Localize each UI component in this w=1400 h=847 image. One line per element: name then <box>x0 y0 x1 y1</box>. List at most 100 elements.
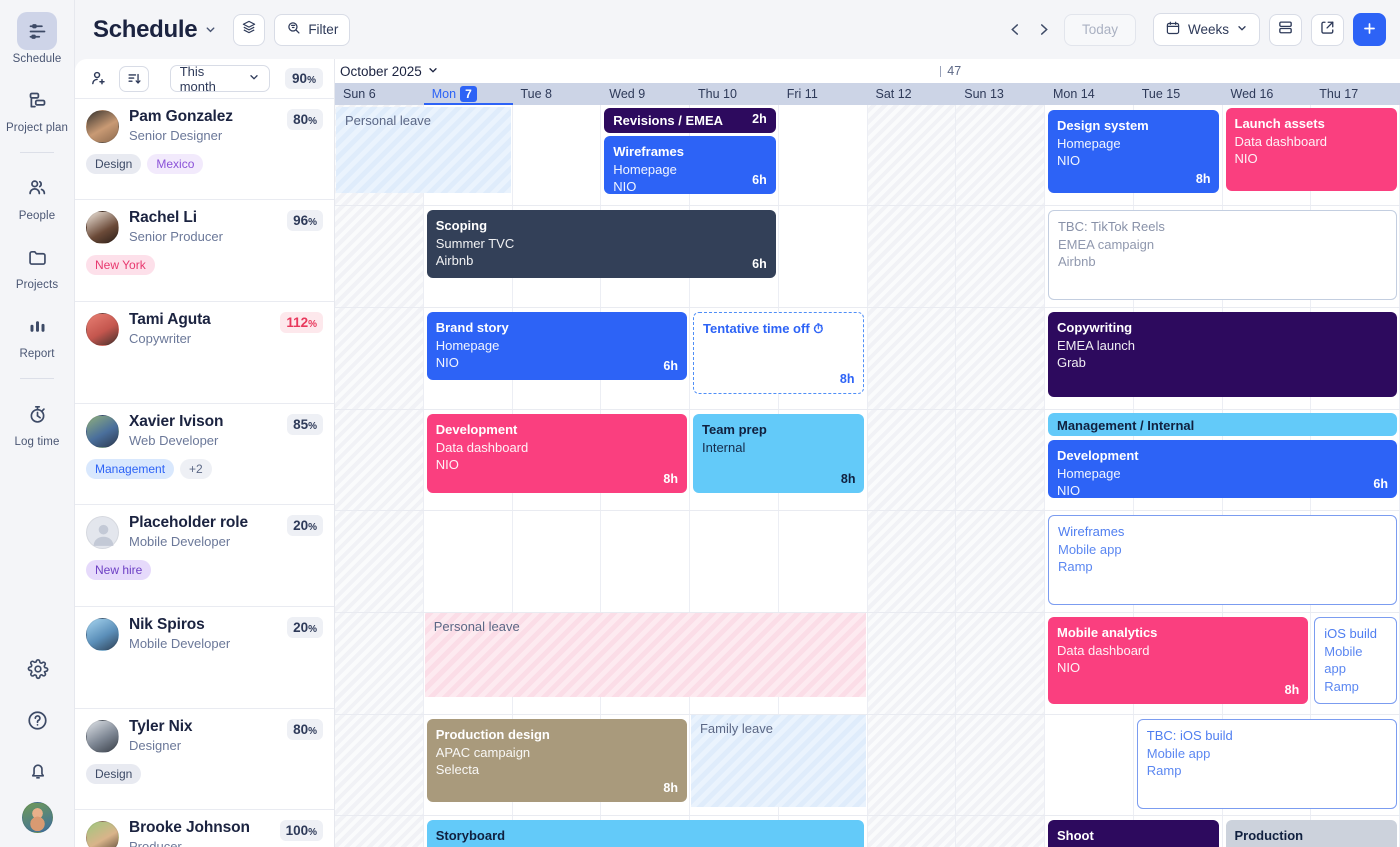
rail-divider <box>20 378 54 379</box>
gear-icon[interactable] <box>18 649 58 689</box>
person-tags: Design <box>86 764 323 784</box>
person-tag[interactable]: Management <box>86 459 174 479</box>
event-title: Brand story <box>436 319 678 337</box>
leave-band[interactable]: Family leave <box>691 715 866 807</box>
avatar <box>86 211 119 244</box>
person-summary: Nik SpirosMobile Developer20% <box>86 616 323 652</box>
schedule-event[interactable]: DevelopmentData dashboardNIO8h <box>427 414 687 493</box>
sidebar-item-projects[interactable]: Projects <box>6 238 68 291</box>
event-client: NIO <box>1057 482 1388 498</box>
person-name: Tyler Nix <box>129 718 287 736</box>
leave-band[interactable]: Personal leave <box>425 613 867 697</box>
sort-button[interactable] <box>119 66 148 92</box>
calendar-panel: October 2025 47 Sun 6Mon7Tue 8Wed 9Thu 1… <box>335 59 1400 847</box>
schedule-event[interactable]: Tentative time off ⏱8h <box>693 312 864 394</box>
event-title: Launch assets <box>1235 115 1388 133</box>
layers-button[interactable] <box>233 14 265 46</box>
schedule-event[interactable]: WireframesMobile appRamp <box>1048 515 1397 605</box>
event-title: iOS build <box>1324 625 1387 643</box>
day-header-4[interactable]: Thu 10 <box>690 83 779 105</box>
person-row[interactable]: Pam GonzalezSenior Designer80%DesignMexi… <box>75 98 334 199</box>
schedule-event[interactable]: WireframesHomepageNIO6h <box>604 136 775 194</box>
event-client: NIO <box>436 456 678 474</box>
schedule-event[interactable]: CopywritingEMEA launchGrab <box>1048 312 1397 397</box>
month-selector[interactable]: October 2025 <box>340 64 439 79</box>
sidebar-item-schedule[interactable]: Schedule <box>6 12 68 65</box>
schedule-event[interactable]: Revisions / EMEA launch / Grab2h <box>604 108 775 133</box>
person-tag[interactable]: +2 <box>180 459 212 479</box>
event-project: Mobile app <box>1058 541 1387 559</box>
event-project: Internal <box>702 439 855 457</box>
day-header-9[interactable]: Tue 15 <box>1134 83 1223 105</box>
day-header-2[interactable]: Tue 8 <box>513 83 602 105</box>
person-row[interactable]: Xavier IvisonWeb Developer85%Management+… <box>75 403 334 504</box>
person-row[interactable]: Rachel LiSenior Producer96%New York <box>75 199 334 301</box>
person-row[interactable]: Placeholder roleMobile Developer20%New h… <box>75 504 334 606</box>
day-header-11[interactable]: Thu 17 <box>1311 83 1400 105</box>
person-role: Designer <box>129 737 287 754</box>
schedule-event[interactable]: Team prepInternal8h <box>693 414 864 493</box>
user-avatar[interactable] <box>22 802 53 833</box>
prev-period-button[interactable] <box>1002 15 1030 45</box>
today-button[interactable]: Today <box>1064 14 1136 46</box>
schedule-event[interactable]: StoryboardInternal <box>427 820 865 847</box>
title-chevron-down-icon[interactable] <box>204 23 217 36</box>
person-tag[interactable]: New York <box>86 255 155 275</box>
layout-toggle-button[interactable] <box>1269 14 1302 46</box>
schedule-event[interactable]: Mobile analyticsData dashboardNIO8h <box>1048 617 1308 704</box>
schedule-event[interactable]: Management / Internal <box>1048 413 1397 436</box>
person-tag[interactable]: Design <box>86 154 141 174</box>
person-row[interactable]: Brooke JohnsonProducer100% <box>75 809 334 847</box>
day-header-6[interactable]: Sat 12 <box>868 83 957 105</box>
schedule-event[interactable]: ScopingSummer TVCAirbnb6h <box>427 210 776 278</box>
date-range-select[interactable]: This month <box>170 65 270 92</box>
schedule-event[interactable]: Design systemHomepageNIO8h <box>1048 110 1219 193</box>
person-row[interactable]: Tyler NixDesigner80%Design <box>75 708 334 809</box>
schedule-event[interactable]: iOS buildMobile appRamp <box>1314 617 1397 704</box>
leave-band[interactable]: Personal leave <box>336 107 511 193</box>
schedule-event[interactable]: DevelopmentHomepageNIO6h <box>1048 440 1397 498</box>
person-tag[interactable]: Design <box>86 764 141 784</box>
day-header-3[interactable]: Wed 9 <box>601 83 690 105</box>
schedule-event[interactable]: ProductionAPAC campaign <box>1226 820 1397 847</box>
chevron-down-icon <box>1236 22 1248 37</box>
add-button[interactable] <box>1353 13 1386 46</box>
person-tag[interactable]: Mexico <box>147 154 203 174</box>
next-period-button[interactable] <box>1030 15 1058 45</box>
event-title: Team prep <box>702 421 855 439</box>
schedule-event[interactable]: Production designAPAC campaignSelecta8h <box>427 719 687 802</box>
day-label: Sun 13 <box>964 87 1004 101</box>
sidebar-item-project-plan[interactable]: Project plan <box>6 81 68 134</box>
sidebar-item-people[interactable]: People <box>6 169 68 222</box>
person-name: Xavier Ivison <box>129 413 287 431</box>
day-header-7[interactable]: Sun 13 <box>956 83 1045 105</box>
view-period-select[interactable]: Weeks <box>1153 13 1260 46</box>
day-header-1[interactable]: Mon7 <box>424 83 513 105</box>
day-header-10[interactable]: Wed 16 <box>1223 83 1312 105</box>
sidebar-item-log-time[interactable]: Log time <box>6 395 68 448</box>
day-header-8[interactable]: Mon 14 <box>1045 83 1134 105</box>
schedule-event[interactable]: TBC: TikTok ReelsEMEA campaignAirbnb <box>1048 210 1397 300</box>
export-button[interactable] <box>1311 14 1344 46</box>
person-row[interactable]: Tami AgutaCopywriter112% <box>75 301 334 403</box>
schedule-event[interactable]: Brand storyHomepageNIO6h <box>427 312 687 380</box>
filter-button[interactable]: Filter <box>274 14 350 46</box>
schedule-event[interactable]: Launch assetsData dashboardNIO <box>1226 108 1397 191</box>
day-header-0[interactable]: Sun 6 <box>335 83 424 105</box>
event-project: Homepage <box>1057 135 1210 153</box>
person-tag[interactable]: New hire <box>86 560 151 580</box>
add-person-icon[interactable] <box>86 66 111 92</box>
day-header-5[interactable]: Fri 11 <box>779 83 868 105</box>
person-row[interactable]: Nik SpirosMobile Developer20% <box>75 606 334 708</box>
person-tags: Management +2 <box>86 459 323 479</box>
person-utilization-badge: 80% <box>287 109 323 130</box>
help-icon[interactable] <box>18 700 58 740</box>
person-role: Web Developer <box>129 432 287 449</box>
sidebar-item-report[interactable]: Report <box>6 307 68 360</box>
people-list: Pam GonzalezSenior Designer80%DesignMexi… <box>75 98 334 847</box>
schedule-event[interactable]: ShootEMEA launch <box>1048 820 1219 847</box>
event-title: Copywriting <box>1057 319 1388 337</box>
bell-icon[interactable] <box>18 751 58 791</box>
person-utilization-badge: 96% <box>287 210 323 231</box>
schedule-event[interactable]: TBC: iOS buildMobile appRamp <box>1137 719 1397 809</box>
